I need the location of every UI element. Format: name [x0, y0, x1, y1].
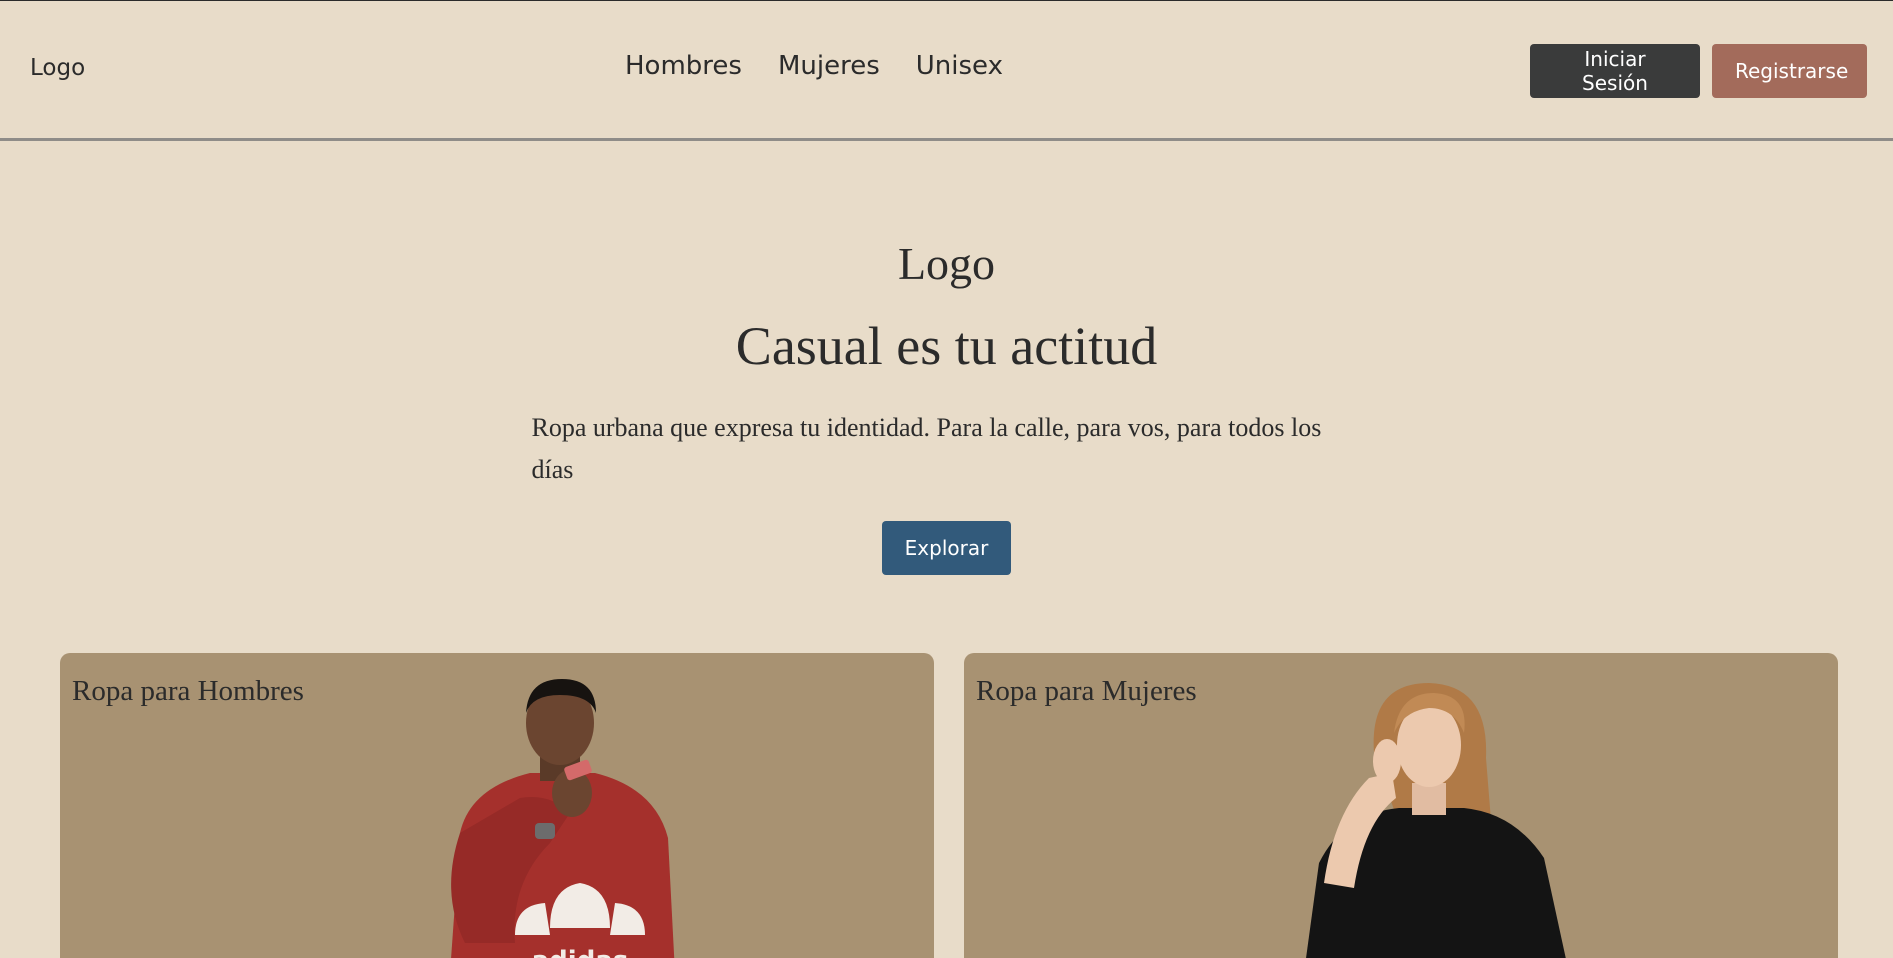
- main-nav: Hombres Mujeres Unisex: [625, 51, 1003, 81]
- hero-description: Ropa urbana que expresa tu identidad. Pa…: [531, 413, 1322, 484]
- explore-button[interactable]: Explorar: [881, 521, 1012, 575]
- hero-logo: Logo: [897, 238, 996, 289]
- nav-link-hombres[interactable]: Hombres: [625, 51, 742, 81]
- hero-section: Logo Casual es tu actitud Ropa urbana qu…: [0, 241, 1893, 575]
- hero-title: Casual es tu actitud: [735, 316, 1158, 376]
- header-logo[interactable]: Logo: [30, 55, 85, 81]
- auth-buttons: Iniciar Sesión Registrarse: [1530, 44, 1867, 98]
- card-hombres[interactable]: Ropa para Hombres adidas: [60, 653, 934, 958]
- svg-text:adidas: adidas: [532, 946, 629, 958]
- nav-link-mujeres[interactable]: Mujeres: [778, 51, 880, 81]
- site-header: Logo Hombres Mujeres Unisex Iniciar Sesi…: [0, 1, 1893, 141]
- woman-black-tshirt-image: [1306, 683, 1566, 958]
- card-title-hombres: Ropa para Hombres: [72, 675, 304, 707]
- card-title-mujeres: Ropa para Mujeres: [976, 675, 1197, 707]
- register-button[interactable]: Registrarse: [1712, 44, 1867, 98]
- card-mujeres[interactable]: Ropa para Mujeres: [964, 653, 1838, 958]
- category-cards: Ropa para Hombres adidas: [60, 653, 1838, 958]
- man-red-sweater-image: adidas: [451, 679, 675, 958]
- nav-link-unisex[interactable]: Unisex: [916, 51, 1003, 81]
- login-button[interactable]: Iniciar Sesión: [1530, 44, 1700, 98]
